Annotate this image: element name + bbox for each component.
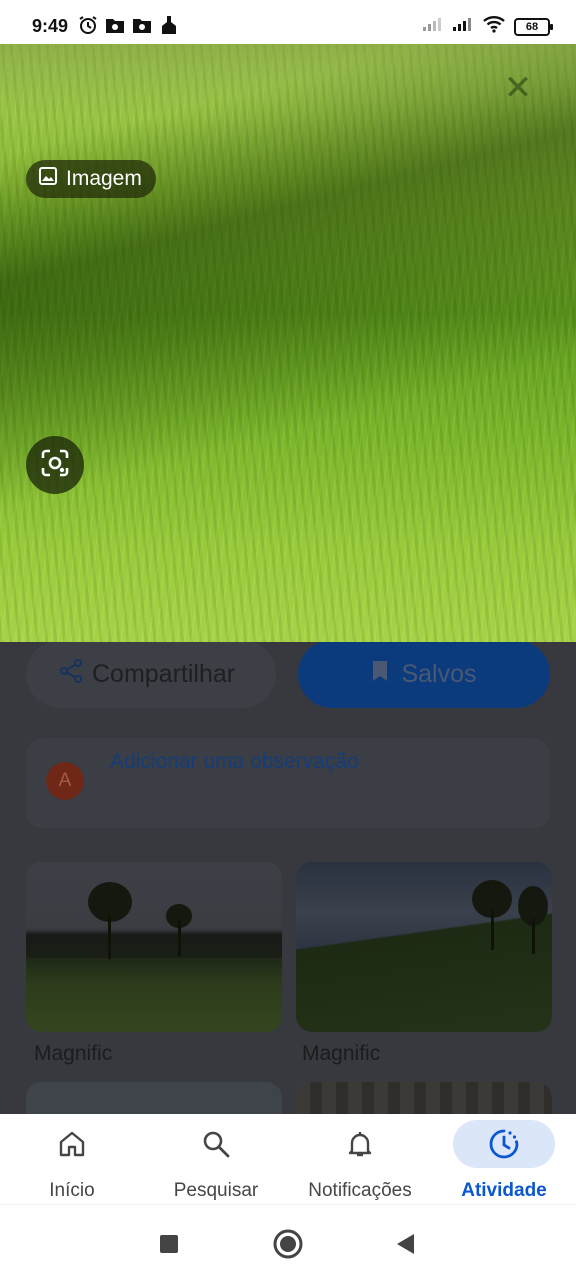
- home-circle-icon[interactable]: [271, 1227, 305, 1261]
- wifi-icon: [482, 15, 506, 38]
- signal-icon: [452, 16, 474, 37]
- result-image[interactable]: ✕ Imagem: [0, 44, 576, 642]
- result-thumbnail[interactable]: [296, 862, 552, 1032]
- image-chip-label: Imagem: [66, 167, 142, 190]
- tree-trunk: [491, 910, 494, 950]
- add-note-card[interactable]: A Adicionar uma observação: [26, 738, 550, 828]
- result-source-label[interactable]: Magnific: [302, 1042, 380, 1066]
- status-time: 9:49: [32, 16, 69, 36]
- result-source-label[interactable]: Magnific: [34, 1042, 112, 1066]
- image-icon: [38, 166, 58, 192]
- nav-label: Atividade: [461, 1180, 547, 1201]
- back-icon[interactable]: [388, 1227, 422, 1261]
- nav-label: Pesquisar: [173, 1180, 259, 1201]
- activity-icon: [453, 1120, 555, 1168]
- system-navigation: [0, 1204, 576, 1280]
- saved-label: Salvos: [401, 659, 477, 688]
- nav-item-search[interactable]: Pesquisar: [144, 1114, 288, 1204]
- cleaner-icon: [159, 15, 179, 40]
- tree-trunk: [178, 920, 181, 956]
- share-button[interactable]: Compartilhar: [26, 642, 276, 708]
- bookmark-icon: [371, 659, 389, 690]
- battery-icon: 68: [514, 17, 553, 36]
- status-bar: 9:49 68: [0, 0, 576, 44]
- nav-label: Notificações: [308, 1180, 412, 1201]
- alarm-icon: [78, 15, 98, 40]
- home-icon: [40, 1126, 104, 1162]
- share-label: Compartilhar: [92, 659, 236, 688]
- signal-weak-icon: [422, 16, 444, 37]
- bottom-navigation: Início Pesquisar Notificações Atividade: [0, 1114, 576, 1204]
- nav-item-notifications[interactable]: Notificações: [288, 1114, 432, 1204]
- result-thumbnail[interactable]: [26, 862, 282, 1032]
- tree-trunk: [532, 918, 535, 954]
- close-icon[interactable]: ✕: [502, 71, 534, 105]
- tree-trunk: [108, 914, 111, 959]
- share-icon: [58, 658, 84, 691]
- bell-icon: [328, 1126, 392, 1162]
- nav-label: Início: [49, 1180, 95, 1201]
- search-icon: [184, 1126, 248, 1162]
- result-thumbnail[interactable]: [26, 1082, 282, 1114]
- avatar: A: [46, 762, 84, 800]
- folder-icon: [105, 16, 125, 39]
- image-chip: Imagem: [26, 160, 156, 198]
- lens-search-icon: [39, 447, 71, 484]
- saved-button[interactable]: Salvos: [298, 642, 550, 708]
- result-details: Compartilhar Salvos A Adicionar uma obse…: [0, 642, 576, 1114]
- recents-icon[interactable]: [152, 1227, 186, 1261]
- folder-icon: [132, 16, 152, 39]
- result-thumbnail[interactable]: [296, 1082, 552, 1114]
- nav-item-activity[interactable]: Atividade: [432, 1114, 576, 1204]
- add-note-link[interactable]: Adicionar uma observação: [110, 750, 359, 774]
- lens-search-button[interactable]: [26, 436, 84, 494]
- nav-item-home[interactable]: Início: [0, 1114, 144, 1204]
